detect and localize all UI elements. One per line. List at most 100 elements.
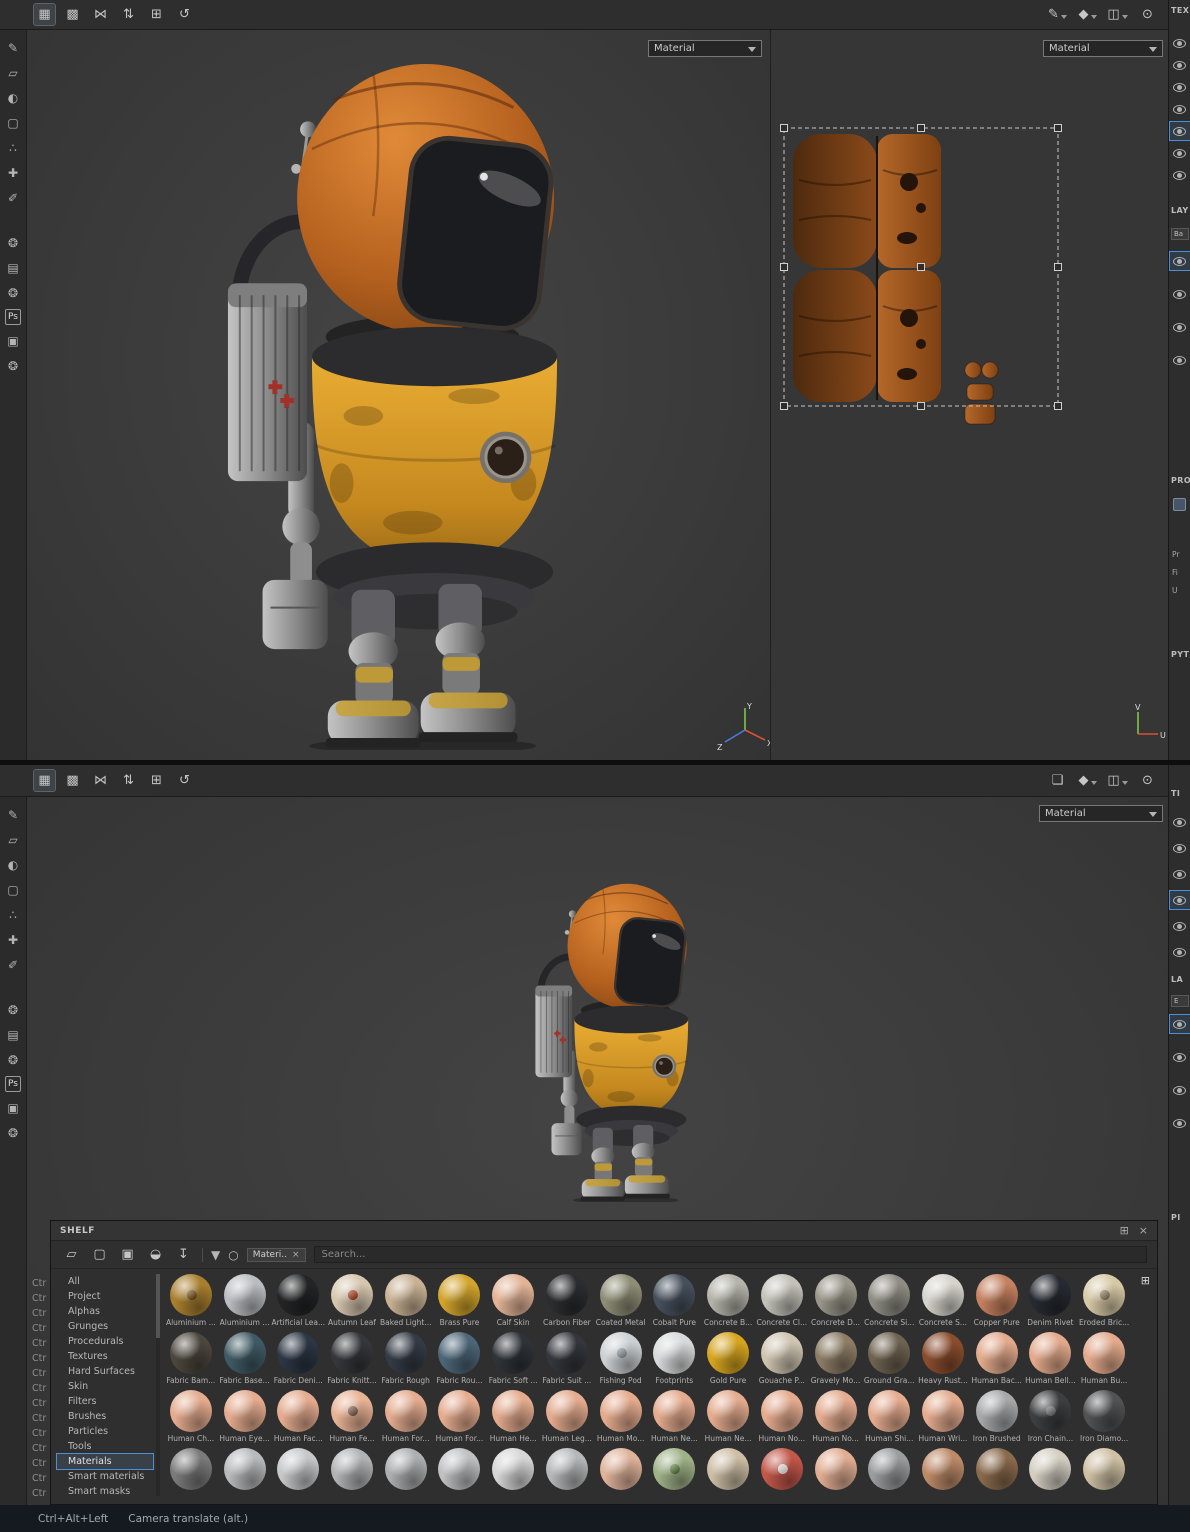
material-thumbnail[interactable]: Calf Skin — [486, 1270, 540, 1328]
visibility-toggle[interactable] — [1170, 34, 1190, 52]
material-thumbnail[interactable]: Fishing Pod — [594, 1328, 648, 1386]
iray-renderer-icon[interactable]: ▣ — [4, 332, 22, 350]
material-thumbnail[interactable]: Autumn Leaf — [325, 1270, 379, 1328]
robot-model[interactable] — [225, 58, 561, 750]
material-thumbnail[interactable]: Gouache P... — [755, 1328, 809, 1386]
material-thumbnail[interactable] — [164, 1444, 218, 1502]
material-thumbnail[interactable]: Brass Pure — [433, 1270, 487, 1328]
material-thumbnail[interactable]: Fabric Rough — [379, 1328, 433, 1386]
material-thumbnail[interactable]: Cobalt Pure — [647, 1270, 701, 1328]
uv-islands[interactable] — [771, 30, 1168, 760]
particles-tool-icon[interactable]: ∴ — [4, 139, 22, 157]
material-thumbnail[interactable]: Human He... — [486, 1386, 540, 1444]
visibility-toggle[interactable] — [1168, 121, 1190, 141]
material-thumbnail[interactable]: Fabric Knitt... — [325, 1328, 379, 1386]
shelf-category-skin[interactable]: Skin — [57, 1379, 153, 1394]
material-thumbnail[interactable]: Human Eye... — [218, 1386, 272, 1444]
material-thumbnail[interactable]: Iron Diamo... — [1077, 1386, 1131, 1444]
material-thumbnail[interactable]: Eroded Bric... — [1077, 1270, 1131, 1328]
rename-icon[interactable]: ✎ — [1047, 4, 1068, 25]
category-scrollbar[interactable] — [156, 1274, 160, 1496]
material-thumbnail[interactable]: Aluminium ... — [218, 1270, 272, 1328]
link-filter-icon[interactable]: ○ — [228, 1248, 238, 1262]
display-settings-icon[interactable]: ▤ — [4, 259, 22, 277]
material-thumbnail[interactable]: Human Ne... — [701, 1386, 755, 1444]
shelf-category-textures[interactable]: Textures — [57, 1349, 153, 1364]
comment-icon[interactable]: ❏ — [1047, 770, 1068, 791]
symmetry-icon[interactable]: ⋈ — [90, 770, 111, 791]
material-thumbnail[interactable] — [916, 1444, 970, 1502]
material-thumbnail[interactable] — [755, 1444, 809, 1502]
shelf-category-materials[interactable]: Materials — [56, 1453, 154, 1470]
material-thumbnail[interactable] — [647, 1444, 701, 1502]
material-thumbnail[interactable]: Fabric Bam... — [164, 1328, 218, 1386]
material-thumbnail[interactable]: Human Fac... — [271, 1386, 325, 1444]
photoshop-badge[interactable]: Ps — [5, 1076, 21, 1092]
mirror-flip-icon[interactable]: ⇅ — [118, 770, 139, 791]
shader-settings-icon[interactable]: ❂ — [4, 1051, 22, 1069]
material-thumbnail[interactable]: Footprints — [647, 1328, 701, 1386]
screenshot-icon[interactable]: ⊙ — [1137, 770, 1158, 791]
material-thumbnail[interactable]: Human Mo... — [594, 1386, 648, 1444]
visibility-toggle[interactable] — [1168, 890, 1190, 910]
material-thumbnail[interactable]: Human Fe... — [325, 1386, 379, 1444]
visibility-toggle[interactable] — [1170, 917, 1190, 935]
material-thumbnail[interactable]: Human No... — [755, 1386, 809, 1444]
visibility-toggle[interactable] — [1170, 318, 1190, 336]
visibility-toggle[interactable] — [1168, 251, 1190, 271]
material-thumbnail[interactable]: Concrete Si... — [862, 1270, 916, 1328]
camera-icon[interactable]: ◫ — [1107, 4, 1128, 25]
shader-icon[interactable]: ◆ — [1077, 4, 1098, 25]
open-folder-icon[interactable]: ▱ — [61, 1244, 82, 1265]
duplicate-icon[interactable]: ▣ — [117, 1244, 138, 1265]
material-thumbnail[interactable] — [325, 1444, 379, 1502]
material-thumbnail[interactable] — [218, 1444, 272, 1502]
symmetry-icon[interactable]: ⋈ — [90, 4, 111, 25]
material-thumbnail[interactable]: Human For... — [379, 1386, 433, 1444]
shelf-category-all[interactable]: All — [57, 1274, 153, 1289]
material-thumbnail[interactable]: Human Ne... — [647, 1386, 701, 1444]
material-thumbnail[interactable]: Concrete D... — [809, 1270, 863, 1328]
material-thumbnail[interactable]: Gravely Mo... — [809, 1328, 863, 1386]
material-thumbnail[interactable] — [379, 1444, 433, 1502]
thumbnail-size-icon[interactable]: ⊞ — [1141, 1274, 1150, 1287]
polygon-fill-tool-icon[interactable]: ▢ — [4, 114, 22, 132]
preferences-icon[interactable]: ❂ — [4, 357, 22, 375]
shelf-category-hard-surfaces[interactable]: Hard Surfaces — [57, 1364, 153, 1379]
material-thumbnail[interactable]: Concrete B... — [701, 1270, 755, 1328]
add-texture-set-icon[interactable]: ⊞ — [146, 770, 167, 791]
material-thumbnail[interactable]: Human For... — [433, 1386, 487, 1444]
material-thumbnail[interactable]: Gold Pure — [701, 1328, 755, 1386]
filter-icon[interactable]: ▼ — [211, 1248, 220, 1262]
paint-tool-icon[interactable]: ✎ — [4, 806, 22, 824]
material-picker-tool-icon[interactable]: ✐ — [4, 189, 22, 207]
shelf-category-particles[interactable]: Particles — [57, 1424, 153, 1439]
viewport-3d[interactable]: Material Y X Z — [27, 30, 770, 760]
camera-icon[interactable]: ◫ — [1107, 770, 1128, 791]
material-thumbnail[interactable] — [1024, 1444, 1078, 1502]
shelf-category-tools[interactable]: Tools — [57, 1439, 153, 1454]
shelf-category-smart-materials[interactable]: Smart materials — [57, 1469, 153, 1484]
material-thumbnail[interactable] — [1077, 1444, 1131, 1502]
properties-icon[interactable] — [1173, 498, 1186, 511]
material-thumbnail[interactable]: Aluminium ... — [164, 1270, 218, 1328]
material-picker-tool-icon[interactable]: ✐ — [4, 956, 22, 974]
material-thumbnail[interactable] — [433, 1444, 487, 1502]
visibility-toggle[interactable] — [1170, 1081, 1190, 1099]
material-thumbnail[interactable] — [540, 1444, 594, 1502]
display-settings-icon[interactable]: ▤ — [4, 1026, 22, 1044]
paint-tool-icon[interactable]: ✎ — [4, 39, 22, 57]
material-thumbnail[interactable]: Heavy Rust... — [916, 1328, 970, 1386]
material-thumbnail[interactable] — [862, 1444, 916, 1502]
visibility-toggle[interactable] — [1168, 1014, 1190, 1034]
history-icon[interactable]: ↺ — [174, 770, 195, 791]
material-dropdown[interactable]: Material — [1039, 805, 1163, 822]
iray-renderer-icon[interactable]: ▣ — [4, 1099, 22, 1117]
material-dropdown[interactable]: Material — [1043, 40, 1163, 57]
tool-settings-icon[interactable]: ❂ — [4, 1001, 22, 1019]
physical-paint-tool-icon[interactable]: ✚ — [4, 164, 22, 182]
eraser-tool-icon[interactable]: ▱ — [4, 831, 22, 849]
material-thumbnail[interactable]: Concrete Cl... — [755, 1270, 809, 1328]
material-thumbnail[interactable]: Fabric Base... — [218, 1328, 272, 1386]
material-thumbnail[interactable]: Concrete S... — [916, 1270, 970, 1328]
